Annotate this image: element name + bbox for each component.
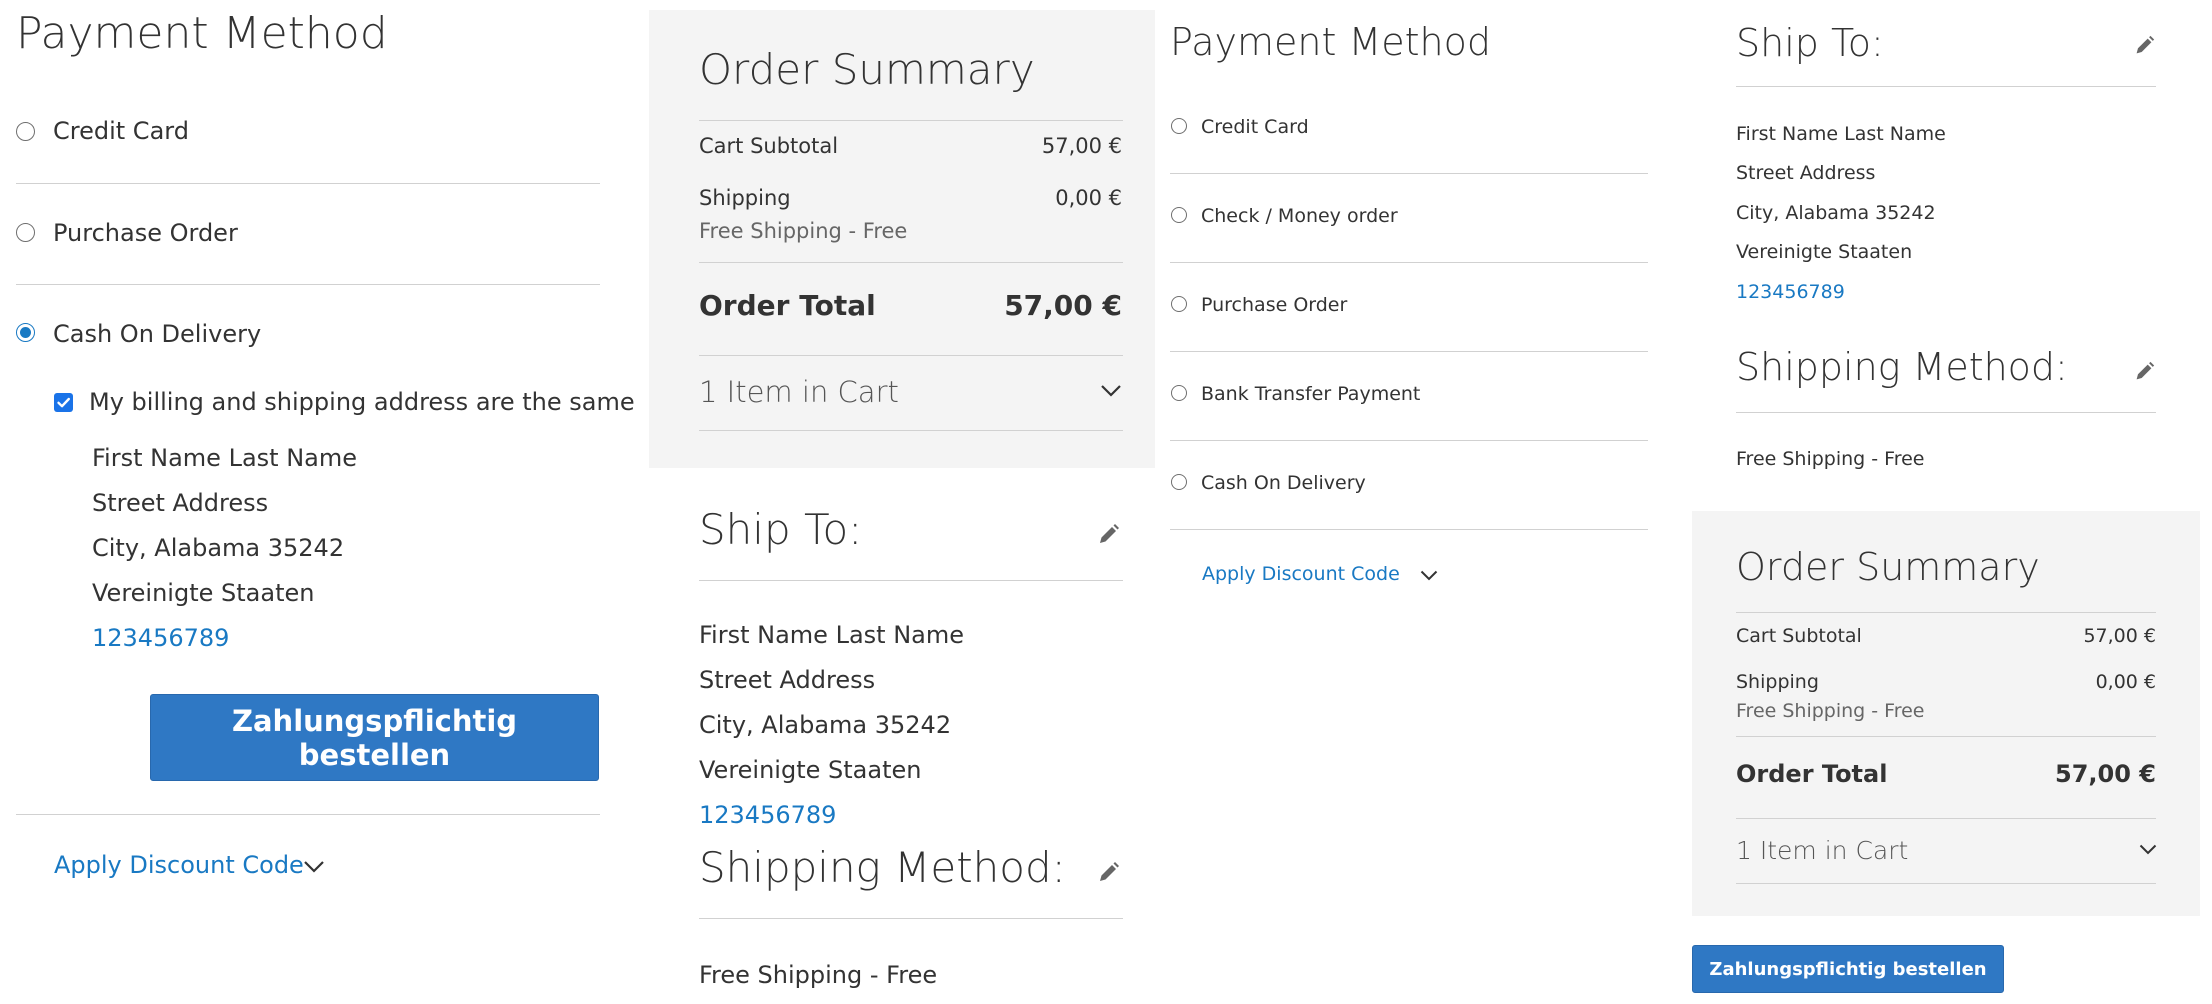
- order-summary-title: Order Summary: [1736, 545, 2040, 589]
- divider: [1736, 86, 2156, 87]
- ship-to-phone-link[interactable]: 123456789: [699, 801, 836, 829]
- ship-to-street: Street Address: [1736, 162, 1876, 184]
- ship-to-country: Vereinigte Staaten: [1736, 241, 1913, 263]
- radio-cash-on-delivery[interactable]: [16, 323, 35, 342]
- divider: [1736, 612, 2156, 613]
- divider: [16, 183, 600, 184]
- shipping-label: Shipping: [1736, 671, 1819, 693]
- chevron-down-icon[interactable]: [1099, 383, 1123, 399]
- order-total-value: 57,00 €: [1004, 289, 1122, 322]
- divider: [699, 262, 1123, 263]
- payment-option-label: Bank Transfer Payment: [1201, 383, 1421, 405]
- pencil-icon[interactable]: [1095, 860, 1121, 886]
- payment-option-label: Credit Card: [53, 117, 189, 145]
- address-name: First Name Last Name: [92, 444, 357, 472]
- ship-to-title: Ship To:: [699, 505, 863, 554]
- ship-to-street: Street Address: [699, 666, 876, 694]
- ship-to-name: First Name Last Name: [1736, 123, 1946, 145]
- radio-purchase-order[interactable]: [16, 223, 35, 242]
- divider: [1170, 440, 1648, 441]
- items-in-cart-toggle[interactable]: 1 Item in Cart: [1736, 836, 1908, 865]
- cart-subtotal-label: Cart Subtotal: [699, 134, 839, 158]
- radio-bank-transfer[interactable]: [1171, 385, 1187, 401]
- pencil-icon[interactable]: [1095, 522, 1121, 548]
- apply-discount-link[interactable]: Apply Discount Code: [54, 851, 304, 879]
- items-in-cart-toggle[interactable]: 1 Item in Cart: [699, 375, 899, 409]
- shipping-method-title: Shipping Method:: [699, 843, 1066, 892]
- ship-to-city: City, Alabama 35242: [699, 711, 952, 739]
- shipping-value: 0,00 €: [1055, 186, 1122, 210]
- same-address-label: My billing and shipping address are the …: [89, 388, 635, 416]
- pencil-icon[interactable]: [2132, 34, 2156, 58]
- address-city: City, Alabama 35242: [92, 534, 345, 562]
- chevron-down-icon[interactable]: [302, 859, 326, 875]
- cart-subtotal-value: 57,00 €: [2083, 625, 2156, 647]
- apply-discount-link[interactable]: Apply Discount Code: [1202, 563, 1400, 585]
- order-total-value: 57,00 €: [2055, 760, 2156, 788]
- payment-option-label: Check / Money order: [1201, 205, 1398, 227]
- divider: [1170, 173, 1648, 174]
- divider: [1170, 262, 1648, 263]
- cart-subtotal-label: Cart Subtotal: [1736, 625, 1862, 647]
- shipping-method-value: Free Shipping - Free: [1736, 448, 1925, 470]
- radio-credit-card[interactable]: [16, 122, 35, 141]
- ship-to-phone-link[interactable]: 123456789: [1736, 281, 1845, 303]
- ship-to-name: First Name Last Name: [699, 621, 964, 649]
- divider: [16, 814, 600, 815]
- ship-to-city: City, Alabama 35242: [1736, 202, 1936, 224]
- payment-option-label: Credit Card: [1201, 116, 1309, 138]
- divider: [699, 918, 1123, 919]
- radio-purchase-order[interactable]: [1171, 296, 1187, 312]
- divider: [1736, 736, 2156, 737]
- shipping-value: 0,00 €: [2095, 671, 2156, 693]
- payment-option-label: Purchase Order: [53, 219, 238, 247]
- shipping-method-note: Free Shipping - Free: [699, 219, 908, 243]
- divider: [1736, 883, 2156, 884]
- same-address-checkbox[interactable]: [54, 393, 73, 412]
- shipping-method-title: Shipping Method:: [1736, 345, 2068, 389]
- divider: [1170, 529, 1648, 530]
- ship-to-country: Vereinigte Staaten: [699, 756, 922, 784]
- order-total-label: Order Total: [1736, 760, 1888, 788]
- cart-subtotal-value: 57,00 €: [1041, 134, 1122, 158]
- shipping-method-note: Free Shipping - Free: [1736, 700, 1925, 722]
- payment-option-label: Cash On Delivery: [1201, 472, 1366, 494]
- chevron-down-icon[interactable]: [2138, 843, 2158, 857]
- ship-to-title: Ship To:: [1736, 21, 1884, 65]
- divider: [1170, 351, 1648, 352]
- divider: [16, 284, 600, 285]
- payment-option-label: Purchase Order: [1201, 294, 1348, 316]
- place-order-button[interactable]: Zahlungspflichtig bestellen: [150, 694, 599, 781]
- pencil-icon[interactable]: [2132, 360, 2156, 384]
- address-phone-link[interactable]: 123456789: [92, 624, 229, 652]
- divider: [699, 580, 1123, 581]
- shipping-label: Shipping: [699, 186, 791, 210]
- order-summary-title: Order Summary: [699, 45, 1035, 94]
- divider: [1736, 818, 2156, 819]
- divider: [699, 430, 1123, 431]
- address-street: Street Address: [92, 489, 269, 517]
- chevron-down-icon[interactable]: [1419, 569, 1439, 583]
- payment-method-title: Payment Method: [1170, 20, 1491, 64]
- divider: [699, 120, 1123, 121]
- shipping-method-value: Free Shipping - Free: [699, 961, 938, 989]
- address-country: Vereinigte Staaten: [92, 579, 315, 607]
- order-total-label: Order Total: [699, 289, 876, 322]
- payment-option-label: Cash On Delivery: [53, 320, 262, 348]
- radio-credit-card[interactable]: [1171, 118, 1187, 134]
- radio-cash-on-delivery[interactable]: [1171, 474, 1187, 490]
- divider: [1736, 412, 2156, 413]
- radio-check-money-order[interactable]: [1171, 207, 1187, 223]
- divider: [699, 355, 1123, 356]
- checkmark-icon: [57, 397, 70, 408]
- page-title: Payment Method: [16, 8, 388, 59]
- place-order-button[interactable]: Zahlungspflichtig bestellen: [1692, 945, 2004, 993]
